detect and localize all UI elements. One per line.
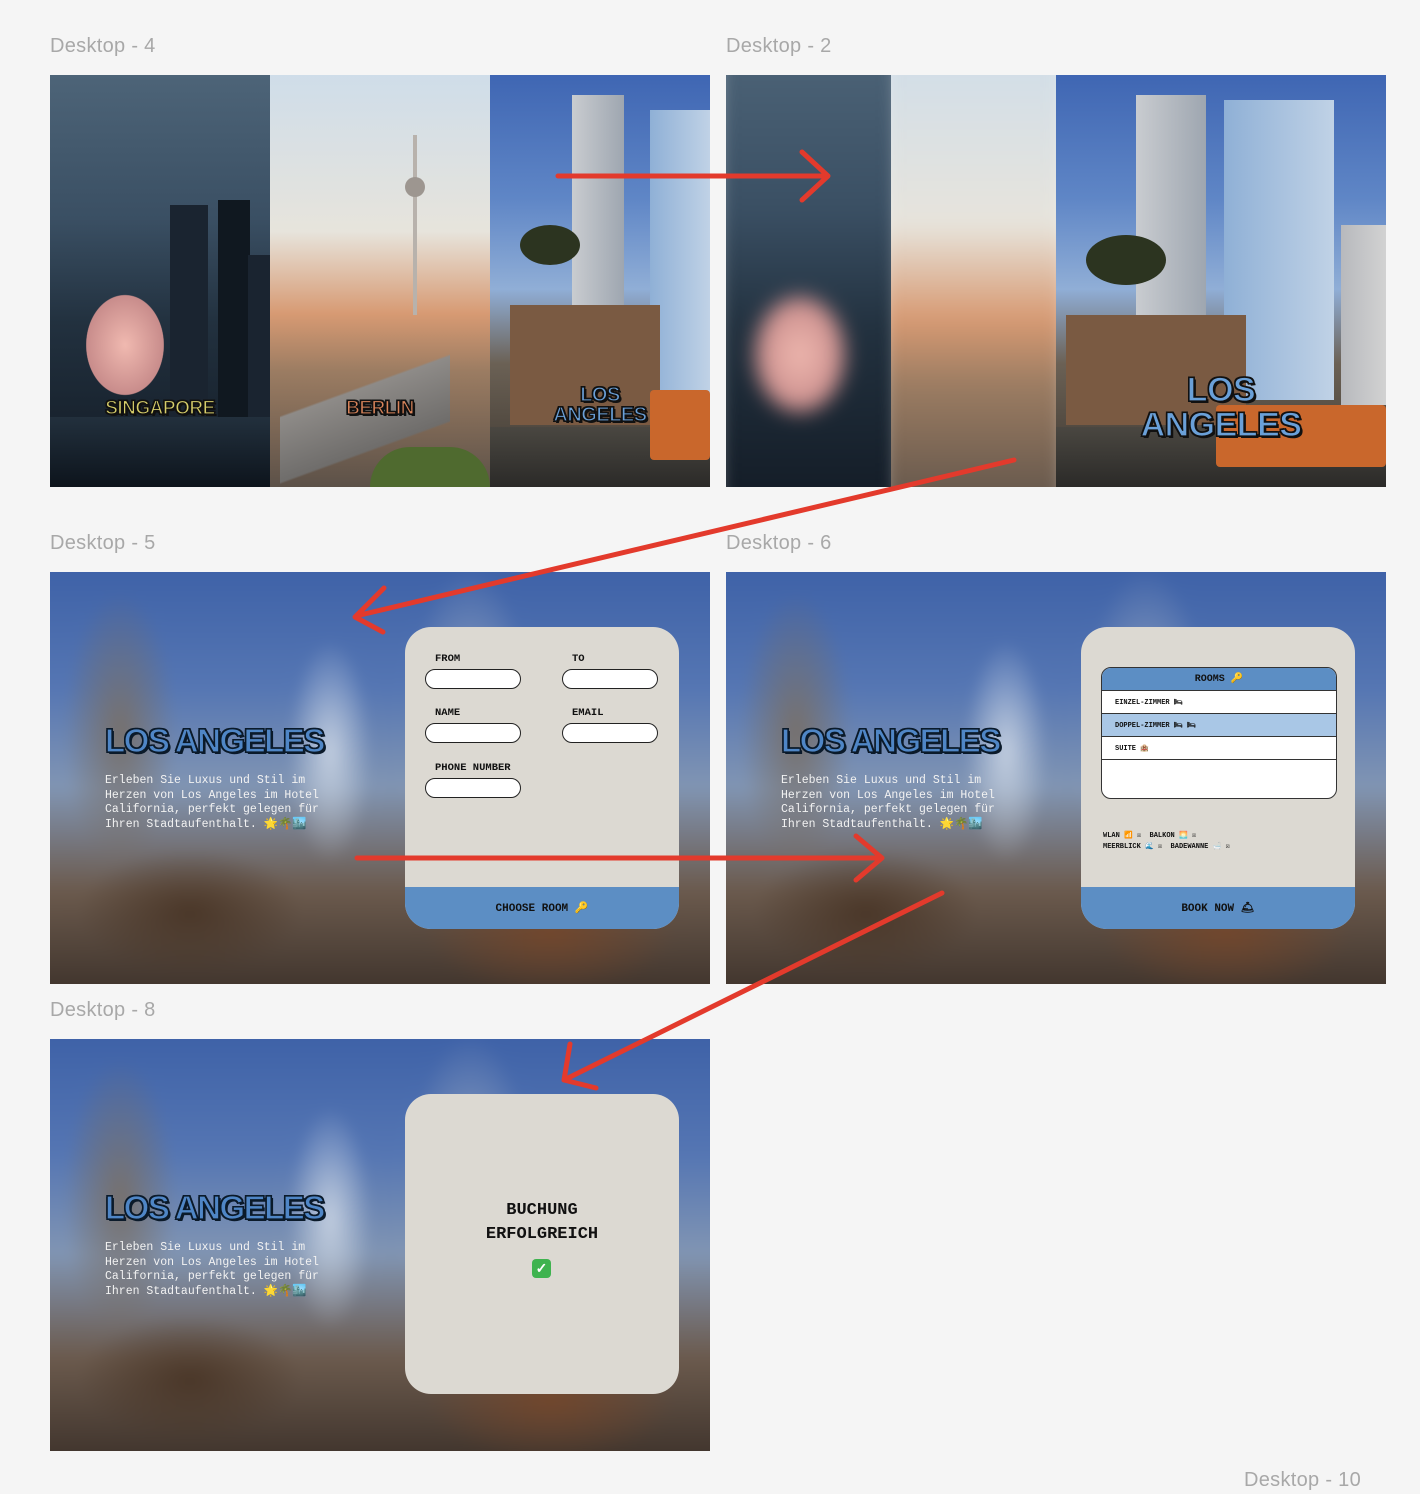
frame-label-desktop-4: Desktop - 4 xyxy=(50,35,156,57)
hotel-city-title: LOS ANGELES xyxy=(104,1188,326,1226)
phone-label: PHONE NUMBER xyxy=(435,762,511,774)
city-card-singapore[interactable]: SINGAPORE xyxy=(50,75,270,487)
choose-room-button[interactable]: CHOOSE ROOM 🔑 xyxy=(405,887,679,929)
city-label-berlin: BERLIN xyxy=(346,398,415,419)
city-label-los-angeles: LOS ANGELES xyxy=(553,384,648,427)
hotel-description: Erleben Sie Luxus und Stil im Herzen von… xyxy=(105,1241,319,1298)
hotel-city-title: LOS ANGELES xyxy=(780,721,1002,759)
amenities-row-1[interactable]: WLAN 📶 ☒ BALKON 🌅 ☒ xyxy=(1103,831,1196,840)
hotel-city-title: LOS ANGELES xyxy=(104,721,326,759)
tv-tower-image xyxy=(413,135,417,315)
desktop-2-frame: LOS ANGELES xyxy=(726,75,1386,487)
desktop-5-frame: LOS ANGELES Erleben Sie Luxus und Stil i… xyxy=(50,572,710,984)
email-input[interactable] xyxy=(562,723,658,743)
confirmation-card: BUCHUNG ERFOLGREICH ✓ xyxy=(405,1094,679,1394)
frame-label-desktop-8: Desktop - 8 xyxy=(50,999,156,1021)
book-now-button[interactable]: BOOK NOW 🛎 xyxy=(1081,887,1355,929)
name-input[interactable] xyxy=(425,723,521,743)
hotel-description: Erleben Sie Luxus und Stil im Herzen von… xyxy=(105,774,319,831)
success-line-1: BUCHUNG xyxy=(506,1201,578,1220)
booking-success-message: BUCHUNG ERFOLGREICH xyxy=(405,1199,679,1247)
check-mark-icon: ✓ xyxy=(532,1259,551,1278)
frame-label-desktop-5: Desktop - 5 xyxy=(50,532,156,554)
from-input[interactable] xyxy=(425,669,521,689)
hotel-description: Erleben Sie Luxus und Stil im Herzen von… xyxy=(781,774,995,831)
name-label: NAME xyxy=(435,707,461,719)
booking-form-card: FROM TO NAME EMAIL PHONE NUMBER CHOOSE R… xyxy=(405,627,679,929)
palm-tree-image xyxy=(520,225,580,265)
rooms-header: ROOMS 🔑 xyxy=(1102,668,1336,691)
room-select-card: ROOMS 🔑 EINZEL-ZIMMER 🛏 DOPPEL-ZIMMER 🛏 … xyxy=(1081,627,1355,929)
desktop-4-frame: SINGAPORE BERLIN LOS ANGELES xyxy=(50,75,710,487)
skyline-image xyxy=(726,75,891,487)
email-label: EMAIL xyxy=(572,707,604,719)
phone-input[interactable] xyxy=(425,778,521,798)
frame-label-desktop-6: Desktop - 6 xyxy=(726,532,832,554)
to-input[interactable] xyxy=(562,669,658,689)
water-image xyxy=(50,417,270,487)
skyscraper-image xyxy=(1341,225,1386,405)
city-label-singapore: SINGAPORE xyxy=(105,398,216,419)
from-label: FROM xyxy=(435,653,461,665)
city-card-los-angeles-expanded[interactable]: LOS ANGELES xyxy=(1056,75,1386,487)
desktop-6-frame: LOS ANGELES Erleben Sie Luxus und Stil i… xyxy=(726,572,1386,984)
skyline-image xyxy=(891,75,1056,487)
success-line-2: ERFOLGREICH xyxy=(485,1225,599,1244)
rooms-list: ROOMS 🔑 EINZEL-ZIMMER 🛏 DOPPEL-ZIMMER 🛏 … xyxy=(1101,667,1337,799)
room-option-suite[interactable]: SUITE 🏨 xyxy=(1102,737,1336,760)
amenities-row-2[interactable]: MEERBLICK 🌊 ☒ BADEWANNE 🛁 ☒ xyxy=(1103,842,1230,851)
city-card-singapore-blurred[interactable] xyxy=(726,75,891,487)
to-label: TO xyxy=(572,653,585,665)
desktop-8-frame: LOS ANGELES Erleben Sie Luxus und Stil i… xyxy=(50,1039,710,1451)
frame-label-desktop-2: Desktop - 2 xyxy=(726,35,832,57)
room-option-einzel[interactable]: EINZEL-ZIMMER 🛏 xyxy=(1102,691,1336,714)
trees-image xyxy=(370,447,490,487)
city-card-berlin-blurred[interactable] xyxy=(891,75,1056,487)
city-card-berlin[interactable]: BERLIN xyxy=(270,75,490,487)
frame-label-desktop-10: Desktop - 10 xyxy=(1244,1469,1361,1491)
palm-tree-image xyxy=(1086,235,1166,285)
city-card-los-angeles[interactable]: LOS ANGELES xyxy=(490,75,710,487)
tv-tower-image xyxy=(405,177,425,197)
room-option-doppel[interactable]: DOPPEL-ZIMMER 🛏 🛏 xyxy=(1102,714,1336,737)
city-label-los-angeles: LOS ANGELES xyxy=(1140,371,1303,444)
